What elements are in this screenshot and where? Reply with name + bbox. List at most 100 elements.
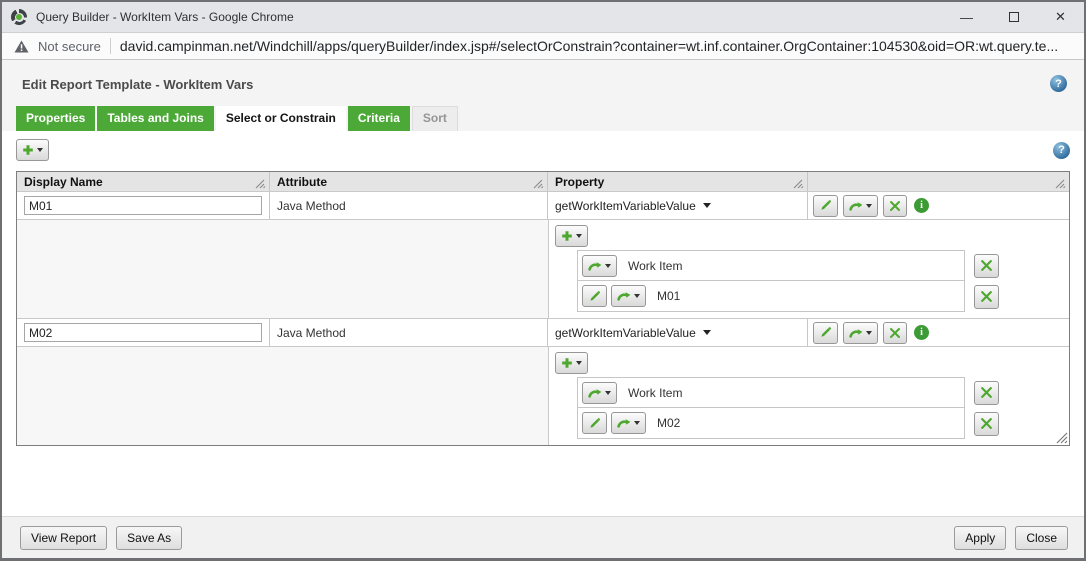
edit-button[interactable]: [813, 194, 838, 217]
close-button[interactable]: Close: [1015, 525, 1068, 550]
apply-button[interactable]: Apply: [954, 525, 1007, 550]
tab-strip: Properties Tables and Joins Select or Co…: [16, 106, 458, 131]
column-header-label: Property: [555, 174, 605, 189]
security-label[interactable]: Not secure: [38, 39, 101, 54]
pencil-icon: [821, 327, 831, 337]
chevron-down-icon: [605, 263, 611, 268]
parameters-left-spacer: [17, 347, 549, 445]
address-divider: [109, 38, 111, 54]
display-name-input[interactable]: [24, 196, 262, 215]
curved-arrow-icon: [617, 419, 631, 428]
insert-dropdown-button[interactable]: [582, 381, 617, 404]
column-resize-handle[interactable]: [1055, 179, 1066, 189]
info-icon[interactable]: i: [914, 198, 929, 213]
curved-arrow-icon: [617, 292, 631, 301]
parameter-label: Work Item: [628, 258, 683, 273]
plus-icon: [562, 358, 572, 368]
parameters-row: Work Item: [17, 219, 1069, 318]
property-cell: getWorkItemVariableValue: [548, 319, 808, 346]
curved-arrow-icon: [849, 201, 863, 211]
curved-arrow-icon: [588, 388, 602, 398]
parameter-label: Work Item: [628, 385, 683, 400]
footer-left-buttons: View Report Save As: [20, 525, 183, 550]
row-actions: i: [808, 319, 1069, 346]
close-window-button[interactable]: ✕: [1037, 2, 1084, 32]
insert-dropdown-button[interactable]: [582, 254, 617, 277]
pencil-icon: [821, 200, 831, 210]
add-parameter-button[interactable]: [555, 225, 588, 247]
page-title: Edit Report Template - WorkItem Vars: [22, 77, 254, 92]
tab-criteria[interactable]: Criteria: [347, 106, 410, 131]
property-cell: getWorkItemVariableValue: [548, 192, 808, 219]
delete-button[interactable]: [883, 194, 907, 217]
attribute-cell: Java Method: [270, 319, 548, 346]
chevron-down-icon: [37, 148, 43, 152]
tab-tables-and-joins[interactable]: Tables and Joins: [97, 106, 214, 131]
property-value: getWorkItemVariableValue: [555, 325, 696, 340]
parameter-row: Work Item: [577, 377, 1063, 408]
view-report-button[interactable]: View Report: [20, 525, 108, 550]
edit-button[interactable]: [813, 321, 838, 344]
delete-parameter-button[interactable]: [974, 380, 999, 405]
curved-arrow-icon: [849, 328, 863, 338]
window-controls: — ✕: [943, 2, 1084, 32]
pencil-icon: [590, 417, 600, 428]
column-header-label: Attribute: [277, 174, 327, 189]
column-header-actions: [808, 172, 1069, 191]
maximize-button[interactable]: [990, 2, 1037, 32]
parameter-label: M02: [657, 416, 681, 430]
x-icon: [981, 387, 992, 398]
chevron-down-icon: [576, 361, 582, 365]
edit-button[interactable]: [582, 285, 607, 307]
x-icon: [981, 260, 992, 271]
tab-select-or-constrain[interactable]: Select or Constrain: [215, 106, 346, 131]
delete-button[interactable]: [883, 321, 907, 344]
plus-icon: [562, 231, 572, 241]
x-icon: [981, 291, 992, 302]
delete-parameter-button[interactable]: [974, 411, 999, 436]
help-icon[interactable]: ?: [1050, 75, 1067, 92]
help-icon[interactable]: ?: [1053, 141, 1070, 159]
page-header: Edit Report Template - WorkItem Vars ? P…: [2, 60, 1084, 131]
insert-dropdown-button[interactable]: [843, 321, 878, 344]
curved-arrow-icon: [588, 261, 602, 271]
insert-dropdown-button[interactable]: [843, 194, 878, 217]
info-icon[interactable]: i: [914, 325, 929, 340]
parameter-label: M01: [657, 289, 681, 303]
column-header-property: Property: [548, 172, 808, 191]
property-value: getWorkItemVariableValue: [555, 198, 696, 213]
edit-button[interactable]: [582, 412, 607, 434]
tab-sort: Sort: [411, 106, 458, 131]
insert-dropdown-button[interactable]: [611, 285, 646, 307]
insert-dropdown-button[interactable]: [611, 412, 646, 434]
delete-parameter-button[interactable]: [974, 284, 999, 309]
chevron-down-icon: [866, 330, 872, 335]
tab-properties[interactable]: Properties: [16, 106, 96, 131]
display-name-input[interactable]: [24, 323, 262, 342]
add-parameter-button[interactable]: [555, 352, 588, 374]
minimize-button[interactable]: —: [943, 2, 990, 32]
property-dropdown[interactable]: getWorkItemVariableValue: [555, 326, 711, 340]
attribute-cell: Java Method: [270, 192, 548, 219]
parameter-row: M01: [577, 281, 1063, 312]
browser-window: Query Builder - WorkItem Vars - Google C…: [0, 0, 1086, 561]
save-as-button[interactable]: Save As: [116, 525, 183, 550]
table-row: Java Method getWorkItemVariableValue: [17, 191, 1069, 219]
add-row-button[interactable]: [16, 139, 49, 161]
table-header-row: Display Name Attribute Property: [17, 172, 1069, 191]
row-actions: i: [808, 192, 1069, 219]
column-resize-handle[interactable]: [533, 179, 544, 189]
property-dropdown[interactable]: getWorkItemVariableValue: [555, 199, 711, 213]
not-secure-warning-icon[interactable]: [14, 40, 29, 53]
delete-parameter-button[interactable]: [974, 253, 999, 278]
url-text[interactable]: david.campinman.net/Windchill/apps/query…: [120, 38, 1058, 54]
plus-icon: [23, 145, 33, 155]
table-resize-handle[interactable]: [1055, 432, 1068, 444]
column-resize-handle[interactable]: [793, 179, 804, 189]
display-name-cell: [17, 319, 270, 346]
parameters-row: Work Item: [17, 346, 1069, 445]
parameter-box: M01: [577, 281, 965, 312]
column-resize-handle[interactable]: [255, 179, 266, 189]
parameter-box: M02: [577, 408, 965, 439]
column-header-display-name: Display Name: [17, 172, 270, 191]
